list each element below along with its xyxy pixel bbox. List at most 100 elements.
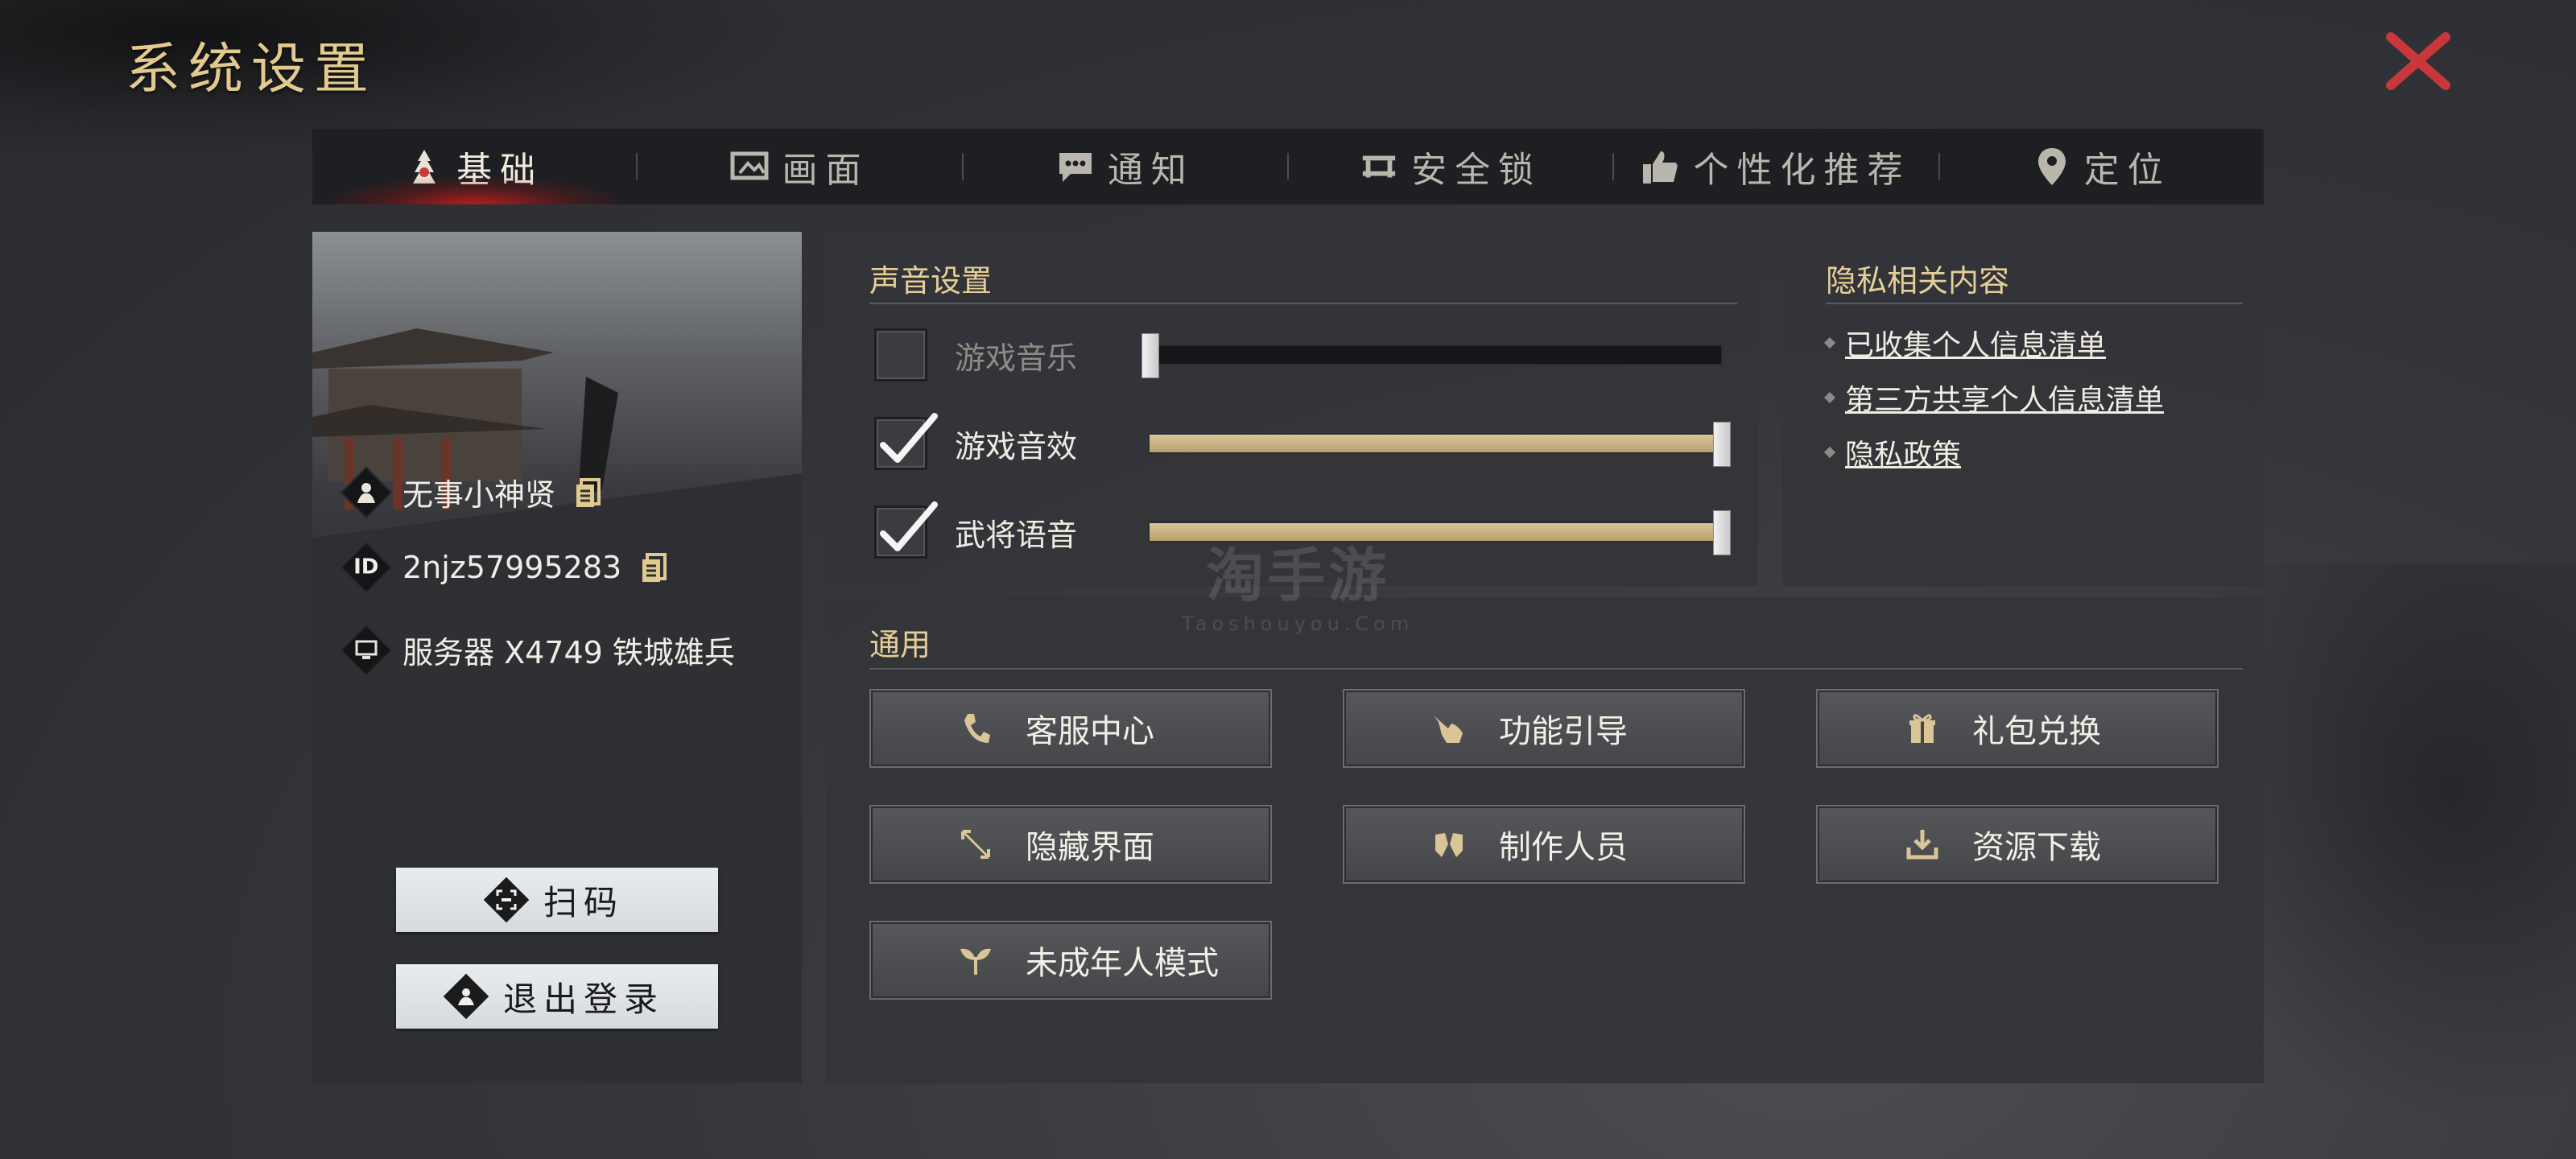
server-name: 服务器 X4749 铁城雄兵 — [402, 635, 735, 670]
logout-label: 退出登录 — [502, 979, 664, 1019]
watermark-subtitle: Taoshouyou.Com — [1182, 612, 1414, 635]
effects-checkbox[interactable] — [874, 413, 938, 470]
button-label: 制作人员 — [1499, 829, 1628, 866]
tab-label: 画面 — [782, 150, 869, 191]
minor-mode-button[interactable]: 未成年人模式 — [869, 921, 1272, 1000]
divider — [869, 303, 1737, 304]
sprout-icon — [952, 936, 1000, 984]
effects-label: 游戏音效 — [955, 428, 1078, 464]
slider-fill — [1150, 435, 1721, 452]
lock-bench-icon — [1360, 147, 1398, 186]
sound-row-music: 游戏音乐 — [874, 328, 1140, 382]
link-text[interactable]: 第三方共享个人信息清单 — [1845, 377, 2164, 419]
scan-label: 扫码 — [543, 882, 624, 922]
tab-bar: 基础 画面 通知 安全锁 个性化推荐 定位 — [312, 129, 2264, 204]
button-label: 功能引导 — [1499, 713, 1628, 750]
feature-guide-button[interactable]: 功能引导 — [1343, 689, 1745, 768]
credits-button[interactable]: 制作人员 — [1343, 805, 1745, 884]
voice-checkbox[interactable] — [874, 501, 938, 559]
screen-icon — [730, 147, 769, 186]
gift-icon — [1898, 704, 1946, 753]
username-row: 无事小神贤 — [340, 465, 602, 519]
privacy-link-third-party[interactable]: 第三方共享个人信息清单 — [1823, 377, 2164, 419]
close-button[interactable] — [2381, 29, 2455, 93]
id-label: ID — [353, 555, 379, 580]
checkmark-icon — [880, 413, 938, 463]
copy-id-icon[interactable] — [639, 551, 668, 584]
slider-handle[interactable] — [1713, 510, 1731, 555]
copy-name-icon[interactable] — [573, 476, 602, 509]
slider-handle[interactable] — [1713, 422, 1731, 467]
hands-icon — [1425, 820, 1473, 868]
privacy-link-policy[interactable]: 隐私政策 — [1823, 431, 1961, 473]
sound-panel-title: 声音设置 — [869, 263, 993, 299]
general-panel: 通用 客服中心 功能引导 礼包兑换 隐藏界面 制作人员 资源下载 未成年人模式 — [826, 597, 2264, 1083]
server-row: 服务器 X4749 铁城雄兵 — [340, 623, 735, 677]
scan-qr-button[interactable]: 扫码 — [396, 868, 718, 932]
id-badge: ID — [340, 541, 393, 594]
privacy-panel-title: 隐私相关内容 — [1826, 263, 2010, 299]
watermark-title: 淘手游 — [1206, 542, 1390, 609]
music-label: 游戏音乐 — [955, 340, 1078, 376]
divider — [869, 668, 2243, 670]
qr-scan-badge — [483, 876, 530, 923]
username: 无事小神贤 — [402, 477, 556, 513]
music-checkbox[interactable] — [874, 328, 927, 382]
tab-display[interactable]: 画面 — [638, 129, 961, 204]
logout-button[interactable]: 退出登录 — [396, 964, 718, 1029]
logout-badge — [443, 973, 489, 1020]
effects-volume-slider[interactable] — [1148, 422, 1731, 467]
watermark: 淘手游 Taoshouyou.Com — [1182, 528, 1414, 635]
avatar-badge — [340, 465, 393, 519]
tab-label: 个性化推荐 — [1693, 150, 1911, 191]
slider-handle[interactable] — [1141, 333, 1159, 378]
page-title: 系统设置 — [126, 38, 378, 101]
location-pin-icon — [2033, 147, 2071, 186]
button-label: 礼包兑换 — [1972, 713, 2101, 750]
palace-background-image — [312, 232, 802, 602]
link-text[interactable]: 隐私政策 — [1845, 431, 1961, 473]
resource-download-button[interactable]: 资源下载 — [1816, 805, 2219, 884]
general-avatar-icon — [357, 482, 375, 503]
tab-personalized[interactable]: 个性化推荐 — [1614, 129, 1938, 204]
sound-row-effects: 游戏音效 — [874, 413, 1140, 470]
chat-icon — [1056, 147, 1095, 186]
hide-ui-button[interactable]: 隐藏界面 — [869, 805, 1272, 884]
button-label: 客服中心 — [1026, 713, 1154, 750]
button-label: 资源下载 — [1972, 829, 2101, 866]
button-label: 未成年人模式 — [1026, 945, 1219, 982]
music-volume-slider[interactable] — [1141, 333, 1723, 378]
tab-location[interactable]: 定位 — [1940, 129, 2264, 204]
privacy-panel: 隐私相关内容 已收集个人信息清单 第三方共享个人信息清单 隐私政策 — [1782, 232, 2264, 586]
profile-panel: 无事小神贤 ID 2njz57995283 服务器 X4749 铁城雄兵 扫码 — [312, 232, 802, 1083]
close-icon — [2386, 32, 2450, 90]
customer-service-button[interactable]: 客服中心 — [869, 689, 1272, 768]
privacy-link-collected-info[interactable]: 已收集个人信息清单 — [1823, 322, 2106, 364]
user-id: 2njz57995283 — [402, 550, 622, 585]
tab-label: 安全锁 — [1411, 150, 1542, 191]
sound-row-voice: 武将语音 — [874, 501, 1140, 559]
button-label: 隐藏界面 — [1026, 829, 1154, 866]
checkmark-icon — [880, 501, 938, 551]
tab-basic[interactable]: 基础 — [312, 129, 636, 204]
server-badge — [340, 623, 393, 677]
tab-label: 定位 — [2083, 150, 2171, 191]
gift-redeem-button[interactable]: 礼包兑换 — [1816, 689, 2219, 768]
tab-label: 基础 — [456, 150, 544, 191]
pointing-hand-icon — [1425, 704, 1473, 753]
qr-scan-icon — [496, 889, 517, 910]
monitor-icon — [355, 640, 378, 659]
link-text[interactable]: 已收集个人信息清单 — [1845, 322, 2106, 364]
phone-icon — [952, 704, 1000, 753]
general-avatar-icon — [457, 988, 474, 1005]
divider — [1826, 303, 2243, 304]
tab-security-lock[interactable]: 安全锁 — [1289, 129, 1612, 204]
expand-arrows-icon — [952, 820, 1000, 868]
general-panel-title: 通用 — [869, 627, 931, 662]
thumbs-up-icon — [1641, 147, 1680, 186]
user-id-row: ID 2njz57995283 — [340, 541, 668, 594]
download-icon — [1898, 820, 1946, 868]
tab-notifications[interactable]: 通知 — [964, 129, 1287, 204]
voice-label: 武将语音 — [955, 517, 1078, 553]
tab-label: 通知 — [1107, 150, 1195, 191]
